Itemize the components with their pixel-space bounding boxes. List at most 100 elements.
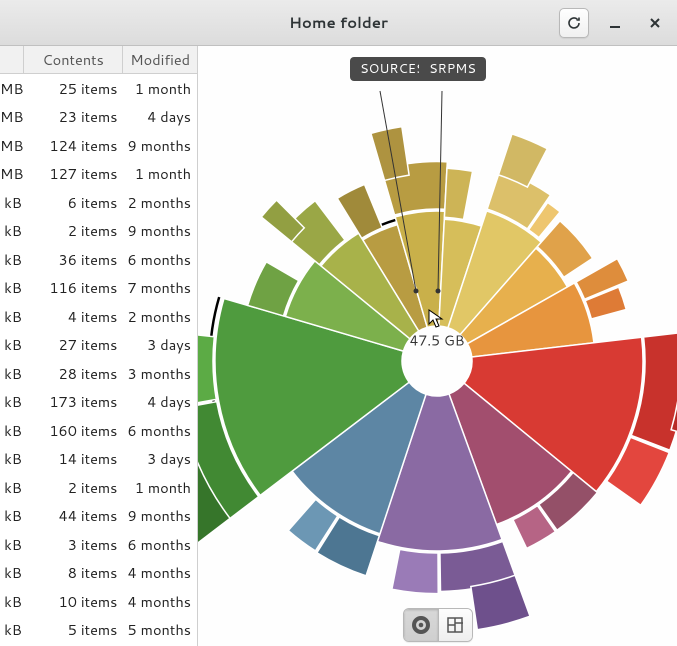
cell-modified: 9 months (123, 220, 197, 241)
cell-size: kB (0, 192, 24, 213)
cell-size: kB (0, 220, 24, 241)
table-row[interactable]: kB3 items6 months (0, 530, 197, 559)
cell-modified: 1 month (123, 78, 197, 99)
table-row[interactable]: kB14 items3 days (0, 445, 197, 474)
cell-size: MB (0, 78, 24, 99)
chart-panel: 47.5 GB SOURCES SRPMS (198, 46, 677, 646)
column-contents[interactable]: Contents (24, 46, 124, 73)
ring-chart-icon (412, 616, 430, 634)
table-row[interactable]: kB10 items4 months (0, 587, 197, 616)
table-row[interactable]: kB5 items5 months (0, 616, 197, 645)
table-row[interactable]: kB8 items4 months (0, 559, 197, 588)
cell-contents: 10 items (24, 591, 123, 612)
cell-size: kB (0, 534, 24, 555)
table-row[interactable]: MB23 items4 days (0, 103, 197, 132)
cell-modified: 4 months (123, 562, 197, 583)
cell-size: kB (0, 249, 24, 270)
cell-modified: 6 months (123, 249, 197, 270)
cell-modified: 3 days (123, 448, 197, 469)
table-row[interactable]: kB160 items6 months (0, 416, 197, 445)
treemap-button[interactable] (438, 609, 472, 641)
cell-size: kB (0, 477, 24, 498)
table-row[interactable]: MB25 items1 month (0, 74, 197, 103)
cell-modified: 4 days (123, 391, 197, 412)
titlebar-buttons (559, 8, 669, 38)
cell-contents: 4 items (24, 306, 123, 327)
treemap-icon (447, 617, 463, 633)
minimize-button[interactable] (601, 9, 629, 37)
cell-modified: 1 month (123, 477, 197, 498)
cell-contents: 25 items (24, 78, 123, 99)
close-icon (649, 17, 661, 29)
refresh-icon (566, 15, 582, 31)
cell-contents: 27 items (24, 334, 123, 355)
cell-size: kB (0, 505, 24, 526)
cell-modified: 6 months (123, 534, 197, 555)
table-row[interactable]: kB4 items2 months (0, 302, 197, 331)
file-list-panel: Contents Modified MB25 items1 monthMB23 … (0, 46, 198, 646)
cell-contents: 36 items (24, 249, 123, 270)
content-area: Contents Modified MB25 items1 monthMB23 … (0, 46, 677, 646)
cell-size: kB (0, 334, 24, 355)
table-row[interactable]: MB124 items9 months (0, 131, 197, 160)
cell-modified: 7 months (123, 277, 197, 298)
cell-contents: 173 items (24, 391, 123, 412)
cell-size: kB (0, 448, 24, 469)
cell-size: kB (0, 591, 24, 612)
cell-contents: 23 items (24, 106, 123, 127)
table-row[interactable]: kB2 items9 months (0, 217, 197, 246)
table-row[interactable]: kB36 items6 months (0, 245, 197, 274)
cell-contents: 2 items (24, 477, 123, 498)
cell-modified: 9 months (123, 135, 197, 156)
cell-contents: 3 items (24, 534, 123, 555)
cell-size: MB (0, 163, 24, 184)
cell-size: kB (0, 391, 24, 412)
table-row[interactable]: kB27 items3 days (0, 331, 197, 360)
cell-contents: 28 items (24, 363, 123, 384)
titlebar[interactable]: Home folder (0, 0, 677, 46)
cell-size: MB (0, 135, 24, 156)
cell-modified: 5 months (123, 619, 197, 640)
table-row[interactable]: kB28 items3 months (0, 359, 197, 388)
cell-size: kB (0, 420, 24, 441)
app-window: Home folder Contents Modified MB25 items… (0, 0, 677, 646)
cell-size: kB (0, 562, 24, 583)
table-row[interactable]: kB116 items7 months (0, 274, 197, 303)
cell-contents: 160 items (24, 420, 123, 441)
cell-modified: 1 month (123, 163, 197, 184)
table-row[interactable]: MB127 items1 month (0, 160, 197, 189)
cell-contents: 44 items (24, 505, 123, 526)
cell-modified: 3 months (123, 363, 197, 384)
file-list-header[interactable]: Contents Modified (0, 46, 197, 74)
center-size-label: 47.5 GB (410, 332, 465, 351)
cell-modified: 9 months (123, 505, 197, 526)
table-row[interactable]: kB44 items9 months (0, 502, 197, 531)
cell-contents: 2 items (24, 220, 123, 241)
cell-contents: 8 items (24, 562, 123, 583)
cell-contents: 127 items (24, 163, 123, 184)
cell-contents: 14 items (24, 448, 123, 469)
cell-modified: 4 days (123, 106, 197, 127)
ring-chart-button[interactable] (404, 609, 438, 641)
table-row[interactable]: kB173 items4 days (0, 388, 197, 417)
refresh-button[interactable] (559, 8, 589, 38)
column-size[interactable] (0, 46, 24, 73)
cell-size: kB (0, 363, 24, 384)
cell-contents: 6 items (24, 192, 123, 213)
cell-modified: 2 months (123, 192, 197, 213)
cell-modified: 6 months (123, 420, 197, 441)
column-modified[interactable]: Modified (123, 46, 197, 73)
cell-contents: 116 items (24, 277, 123, 298)
cell-modified: 4 months (123, 591, 197, 612)
minimize-icon (609, 17, 621, 29)
table-row[interactable]: kB2 items1 month (0, 473, 197, 502)
cell-modified: 2 months (123, 306, 197, 327)
table-row[interactable]: kB6 items2 months (0, 188, 197, 217)
file-list-body[interactable]: MB25 items1 monthMB23 items4 daysMB124 i… (0, 74, 197, 646)
close-button[interactable] (641, 9, 669, 37)
cell-size: kB (0, 306, 24, 327)
cell-size: kB (0, 277, 24, 298)
cell-size: MB (0, 106, 24, 127)
view-switcher (403, 608, 473, 642)
cell-contents: 5 items (24, 619, 123, 640)
